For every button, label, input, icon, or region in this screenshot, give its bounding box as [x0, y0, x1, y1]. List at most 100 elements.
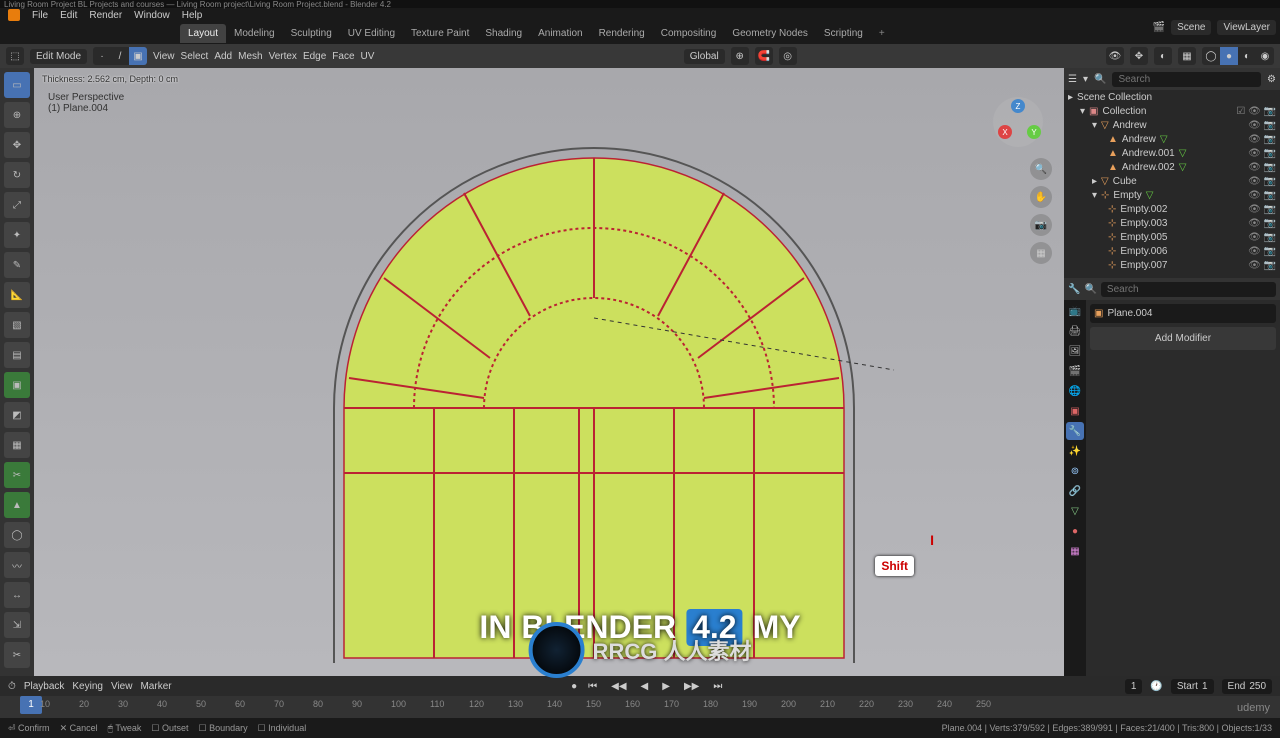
menu-marker[interactable]: Marker: [140, 681, 171, 692]
outliner-display-icon[interactable]: ▾: [1083, 74, 1088, 85]
menu-playback[interactable]: Playback: [24, 681, 65, 692]
outliner-editor-icon[interactable]: ☰: [1068, 74, 1077, 85]
rendered-shading-icon[interactable]: ◉: [1256, 47, 1274, 65]
annotate-tool[interactable]: ✎: [4, 252, 30, 278]
play-icon[interactable]: ▶: [659, 681, 673, 692]
row-toggles[interactable]: 👁 📷: [1248, 204, 1276, 215]
move-tool[interactable]: ✥: [4, 132, 30, 158]
spin-tool[interactable]: ◯: [4, 522, 30, 548]
row-toggles[interactable]: 👁 📷: [1248, 232, 1276, 243]
keyframe-next-icon[interactable]: ▶▶: [681, 681, 702, 692]
jump-end-icon[interactable]: ⏭: [710, 681, 725, 692]
row-toggles[interactable]: 👁 📷: [1248, 148, 1276, 159]
editor-type-icon[interactable]: ⬚: [6, 47, 24, 65]
xray-icon[interactable]: ▦: [1178, 47, 1196, 65]
loopcut-tool[interactable]: ▦: [4, 432, 30, 458]
knife-tool[interactable]: ✂: [4, 462, 30, 488]
outliner-scene-collection[interactable]: ▸ Scene Collection: [1064, 90, 1280, 104]
keyframe-prev-icon[interactable]: ◀◀: [608, 681, 629, 692]
jump-start-icon[interactable]: ⏮: [585, 681, 600, 692]
outliner-item[interactable]: ⊹Empty.003👁 📷: [1064, 216, 1280, 230]
outliner-search-input[interactable]: [1112, 72, 1261, 87]
tab-scripting[interactable]: Scripting: [816, 24, 871, 43]
pan-icon[interactable]: ✋: [1030, 186, 1052, 208]
current-frame-field[interactable]: 1: [1125, 679, 1143, 694]
tab-rendering[interactable]: Rendering: [591, 24, 653, 43]
end-frame-field[interactable]: End 250: [1222, 679, 1272, 694]
outliner-item-andrew[interactable]: ▾▽ Andrew 👁 📷: [1064, 118, 1280, 132]
menu-help[interactable]: Help: [182, 10, 203, 21]
cursor-tool[interactable]: ⊕: [4, 102, 30, 128]
scene-name[interactable]: Scene: [1171, 20, 1211, 35]
play-reverse-icon[interactable]: ◀: [638, 681, 652, 692]
camera-view-icon[interactable]: 📷: [1030, 214, 1052, 236]
particles-tab-icon[interactable]: ✨: [1066, 442, 1084, 460]
properties-editor-icon[interactable]: 🔧: [1068, 284, 1080, 295]
viewlayer-tab-icon[interactable]: 🖼: [1066, 342, 1084, 360]
constraints-tab-icon[interactable]: 🔗: [1066, 482, 1084, 500]
orientation-dropdown[interactable]: Global: [684, 49, 725, 64]
playhead[interactable]: 1: [20, 696, 42, 714]
outliner[interactable]: ▸ Scene Collection ▾ ▣ Collection ☑ 👁 📷 …: [1064, 90, 1280, 278]
object-name-field[interactable]: ▣ Plane.004: [1090, 304, 1276, 323]
row-toggles[interactable]: 👁 📷: [1248, 190, 1276, 201]
menu-render[interactable]: Render: [89, 10, 122, 21]
row-toggles[interactable]: ☑ 👁 📷: [1236, 106, 1276, 117]
shrink-tool[interactable]: ⇲: [4, 612, 30, 638]
wireframe-shading-icon[interactable]: ◯: [1202, 47, 1220, 65]
row-toggles[interactable]: 👁 📷: [1248, 134, 1276, 145]
outliner-item[interactable]: ⊹Empty.002👁 📷: [1064, 202, 1280, 216]
properties-search-input[interactable]: [1101, 282, 1276, 297]
menu-keying[interactable]: Keying: [72, 681, 103, 692]
menu-edge[interactable]: Edge: [303, 51, 326, 62]
face-select-icon[interactable]: ▣: [129, 47, 147, 65]
row-toggles[interactable]: 👁 📷: [1248, 218, 1276, 229]
tab-layout[interactable]: Layout: [180, 24, 226, 43]
rotate-tool[interactable]: ↻: [4, 162, 30, 188]
tab-texture-paint[interactable]: Texture Paint: [403, 24, 477, 43]
overlay-icon[interactable]: ◐: [1154, 47, 1172, 65]
row-toggles[interactable]: 👁 📷: [1248, 260, 1276, 271]
tab-sculpting[interactable]: Sculpting: [283, 24, 340, 43]
mesh-tab-icon[interactable]: ▽: [1066, 502, 1084, 520]
3d-viewport[interactable]: Thickness: 2.562 cm, Depth: 0 cm User Pe…: [34, 68, 1064, 676]
outliner-item-empty[interactable]: ▾⊹ Empty ▽ 👁 📷: [1064, 188, 1280, 202]
bevel-tool[interactable]: ◩: [4, 402, 30, 428]
render-tab-icon[interactable]: 📺: [1066, 302, 1084, 320]
object-tab-icon[interactable]: ▣: [1066, 402, 1084, 420]
zoom-icon[interactable]: 🔍: [1030, 158, 1052, 180]
ortho-toggle-icon[interactable]: ▦: [1030, 242, 1052, 264]
row-toggles[interactable]: 👁 📷: [1248, 120, 1276, 131]
inset-tool[interactable]: ▣: [4, 372, 30, 398]
timeline-editor-icon[interactable]: ⏱: [8, 681, 16, 692]
select-box-tool[interactable]: ▭: [4, 72, 30, 98]
outliner-item[interactable]: ⊹Empty.007👁 📷: [1064, 258, 1280, 272]
menu-window[interactable]: Window: [134, 10, 170, 21]
extrude-tool[interactable]: ▤: [4, 342, 30, 368]
solid-shading-icon[interactable]: ●: [1220, 47, 1238, 65]
tab-compositing[interactable]: Compositing: [653, 24, 725, 43]
transform-tool[interactable]: ✦: [4, 222, 30, 248]
row-toggles[interactable]: 👁 📷: [1248, 176, 1276, 187]
visibility-icon[interactable]: 👁: [1106, 47, 1124, 65]
pivot-icon[interactable]: ⊕: [731, 47, 749, 65]
tab-geometry-nodes[interactable]: Geometry Nodes: [724, 24, 816, 43]
world-tab-icon[interactable]: 🌐: [1066, 382, 1084, 400]
output-tab-icon[interactable]: 🖨: [1066, 322, 1084, 340]
menu-vertex[interactable]: Vertex: [269, 51, 297, 62]
add-cube-tool[interactable]: ▧: [4, 312, 30, 338]
viewlayer-name[interactable]: ViewLayer: [1217, 20, 1276, 35]
scene-tab-icon[interactable]: 🎬: [1066, 362, 1084, 380]
proportional-icon[interactable]: ◎: [779, 47, 797, 65]
axis-gizmo[interactable]: X Y Z: [992, 96, 1044, 148]
outliner-item[interactable]: ▲Andrew ▽ 👁 📷: [1064, 132, 1280, 146]
menu-add[interactable]: Add: [214, 51, 232, 62]
row-toggles[interactable]: 👁 📷: [1248, 162, 1276, 173]
menu-edit[interactable]: Edit: [60, 10, 77, 21]
tab-uv-editing[interactable]: UV Editing: [340, 24, 403, 43]
tab-shading[interactable]: Shading: [477, 24, 530, 43]
row-toggles[interactable]: 👁 📷: [1248, 246, 1276, 257]
start-frame-field[interactable]: Start 1: [1171, 679, 1214, 694]
slide-tool[interactable]: ↔: [4, 582, 30, 608]
mode-dropdown[interactable]: Edit Mode: [30, 49, 87, 64]
